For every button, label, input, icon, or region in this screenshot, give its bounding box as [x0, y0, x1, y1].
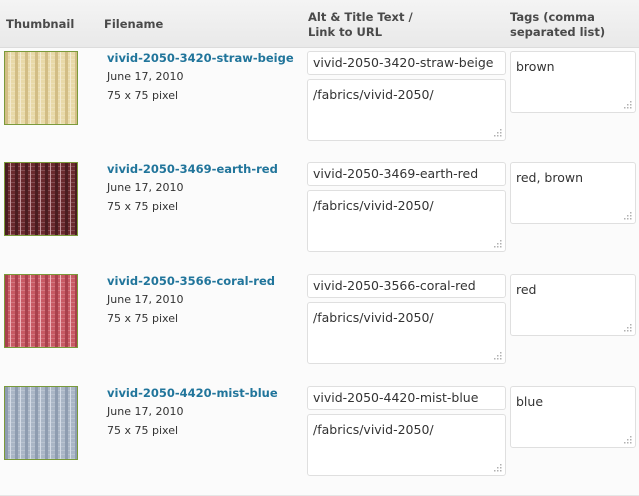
tags-textarea[interactable]: blue	[510, 386, 636, 448]
link-url-textarea[interactable]: /fabrics/vivid-2050/	[307, 79, 506, 141]
table-header: Thumbnail Filename Alt & Title Text / Li…	[0, 0, 639, 48]
link-url-textarea[interactable]: /fabrics/vivid-2050/	[307, 302, 506, 364]
header-alt-line2: Link to URL	[308, 25, 383, 39]
tags-value: brown	[516, 59, 555, 74]
link-url-value: /fabrics/vivid-2050/	[313, 198, 434, 213]
alt-text-input[interactable]: vivid-2050-3420-straw-beige	[307, 51, 506, 75]
tags-textarea[interactable]: brown	[510, 51, 636, 113]
header-tags-line1: Tags (comma	[510, 10, 595, 24]
image-dimensions: 75 x 75 pixel	[107, 312, 179, 325]
upload-date: June 17, 2010	[107, 70, 184, 83]
header-tags: Tags (comma separated list)	[510, 10, 635, 40]
tags-textarea[interactable]: red, brown	[510, 162, 636, 224]
tags-value: red, brown	[516, 170, 584, 185]
resize-grip-icon[interactable]	[493, 128, 502, 137]
filename-link[interactable]: vivid-2050-3420-straw-beige	[107, 51, 294, 65]
tags-value: red	[516, 282, 537, 297]
thumbnail-image[interactable]	[4, 51, 78, 125]
resize-grip-icon[interactable]	[493, 351, 502, 360]
thumbnail-image[interactable]	[4, 386, 78, 460]
image-dimensions: 75 x 75 pixel	[107, 424, 179, 437]
filename-link[interactable]: vivid-2050-4420-mist-blue	[107, 386, 278, 400]
header-thumbnail: Thumbnail	[6, 17, 75, 31]
filename-link[interactable]: vivid-2050-3469-earth-red	[107, 162, 278, 176]
image-dimensions: 75 x 75 pixel	[107, 89, 179, 102]
table-row: vivid-2050-3566-coral-red June 17, 2010 …	[0, 271, 639, 384]
resize-grip-icon[interactable]	[623, 323, 632, 332]
resize-grip-icon[interactable]	[623, 211, 632, 220]
table-row: vivid-2050-3420-straw-beige June 17, 201…	[0, 48, 639, 161]
filename-link[interactable]: vivid-2050-3566-coral-red	[107, 274, 275, 288]
header-alt-line1: Alt & Title Text /	[308, 10, 413, 24]
header-tags-line2: separated list)	[510, 25, 606, 39]
link-url-value: /fabrics/vivid-2050/	[313, 87, 434, 102]
upload-date: June 17, 2010	[107, 181, 184, 194]
thumbnail-image[interactable]	[4, 162, 78, 236]
tags-textarea[interactable]: red	[510, 274, 636, 336]
link-url-textarea[interactable]: /fabrics/vivid-2050/	[307, 190, 506, 252]
header-filename: Filename	[104, 17, 164, 31]
alt-text-input[interactable]: vivid-2050-3469-earth-red	[307, 162, 506, 186]
resize-grip-icon[interactable]	[623, 435, 632, 444]
image-dimensions: 75 x 75 pixel	[107, 200, 179, 213]
upload-date: June 17, 2010	[107, 405, 184, 418]
tags-value: blue	[516, 394, 544, 409]
thumbnail-image[interactable]	[4, 274, 78, 348]
table-row: vivid-2050-3469-earth-red June 17, 2010 …	[0, 159, 639, 272]
link-url-value: /fabrics/vivid-2050/	[313, 422, 434, 437]
resize-grip-icon[interactable]	[623, 100, 632, 109]
table-row: vivid-2050-4420-mist-blue June 17, 2010 …	[0, 383, 639, 496]
link-url-value: /fabrics/vivid-2050/	[313, 310, 434, 325]
resize-grip-icon[interactable]	[493, 463, 502, 472]
alt-text-input[interactable]: vivid-2050-4420-mist-blue	[307, 386, 506, 410]
upload-date: June 17, 2010	[107, 293, 184, 306]
alt-text-input[interactable]: vivid-2050-3566-coral-red	[307, 274, 506, 298]
link-url-textarea[interactable]: /fabrics/vivid-2050/	[307, 414, 506, 476]
resize-grip-icon[interactable]	[493, 239, 502, 248]
header-alt-text: Alt & Title Text / Link to URL	[308, 10, 498, 40]
